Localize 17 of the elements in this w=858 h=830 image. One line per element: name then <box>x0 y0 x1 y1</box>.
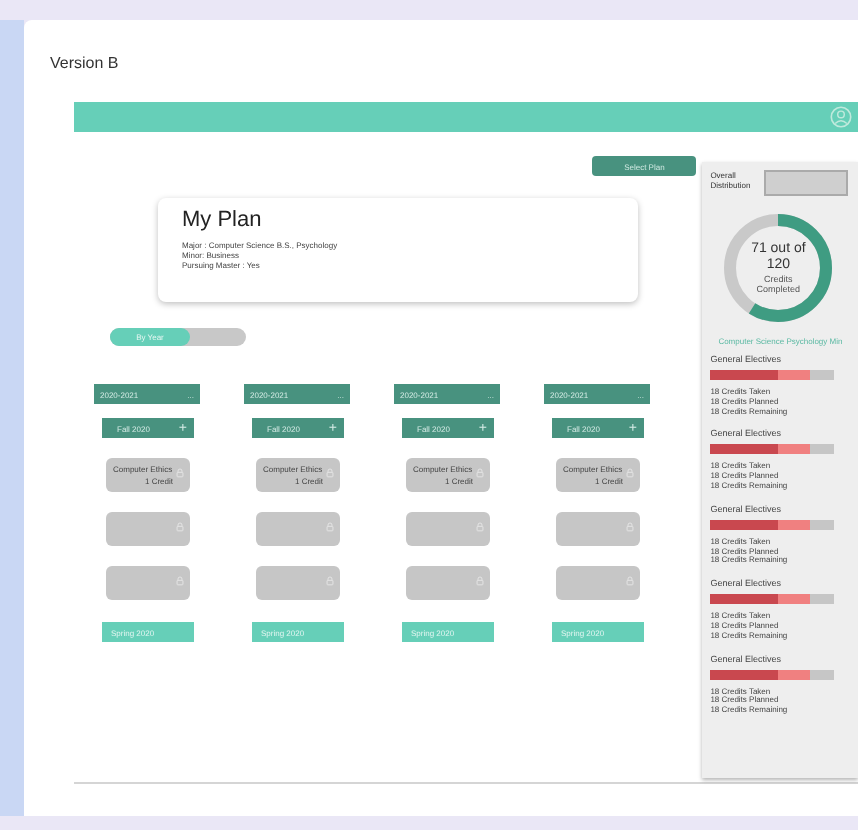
course-card[interactable] <box>255 566 339 600</box>
credit-bar <box>710 444 835 455</box>
credit-bar <box>710 594 835 605</box>
course-card[interactable] <box>405 512 489 546</box>
course-card[interactable] <box>555 512 639 546</box>
credit-bar <box>710 519 835 530</box>
credit-bar <box>710 370 835 380</box>
plan-title: My Plan <box>182 208 264 232</box>
avatar-icon[interactable] <box>830 106 852 128</box>
course-card[interactable] <box>255 512 339 546</box>
course-card[interactable] <box>555 566 639 600</box>
credit-bar <box>710 669 835 680</box>
dropdown-field[interactable] <box>764 170 849 196</box>
course-card[interactable] <box>105 512 189 546</box>
course-card[interactable] <box>405 566 489 600</box>
page-title: Version B <box>50 54 121 72</box>
course-card[interactable] <box>105 566 189 600</box>
